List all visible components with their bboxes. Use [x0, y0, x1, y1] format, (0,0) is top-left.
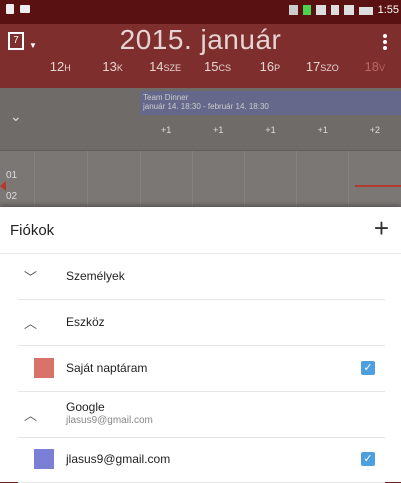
- mute-icon: [288, 5, 298, 15]
- collapse-chevron-icon[interactable]: ⌄: [10, 108, 22, 125]
- day-header[interactable]: 15CS: [191, 59, 243, 74]
- sim-icon: [302, 5, 311, 15]
- notification-icon: [6, 4, 14, 14]
- account-email: jlasus9@gmail.com: [66, 415, 153, 426]
- calendar-label: jlasus9@gmail.com: [66, 452, 171, 466]
- day-abbr: CS: [218, 63, 231, 73]
- calendar-item-google[interactable]: jlasus9@gmail.com ✓: [18, 437, 385, 483]
- day-header[interactable]: 16P: [244, 59, 296, 74]
- event-team-dinner[interactable]: Team Dinner január 14. 18:30 - február 1…: [140, 91, 401, 115]
- day-abbr: SZE: [163, 63, 182, 73]
- event-title: Team Dinner: [143, 93, 189, 102]
- day-number: 14: [149, 59, 164, 74]
- day-headers: 12H 13K 14SZE 15CS 16P 17SZO 18V: [34, 59, 401, 74]
- overflow-menu-icon[interactable]: [383, 32, 389, 52]
- screenshot-icon: [20, 5, 30, 13]
- battery-icon: [358, 6, 373, 15]
- hour-label: 02: [6, 191, 18, 202]
- account-group-device[interactable]: ︿ Eszköz: [18, 299, 385, 346]
- calendar-color-swatch: [34, 449, 54, 469]
- status-time: 1:55: [377, 4, 399, 16]
- day-number: 18: [364, 59, 379, 74]
- account-group-label: Személyek: [66, 269, 125, 283]
- day-header[interactable]: 17SZO: [296, 59, 348, 74]
- day-number: 16: [259, 59, 275, 74]
- page-title[interactable]: 2015. január: [0, 24, 401, 56]
- day-header[interactable]: 13K: [86, 59, 138, 74]
- chevron-up-icon: ︿: [24, 408, 38, 423]
- day-abbr: SZO: [320, 63, 339, 73]
- current-time-marker: [0, 181, 6, 191]
- account-group-people[interactable]: ﹀ Személyek: [18, 253, 385, 300]
- day-number: 12: [49, 59, 65, 74]
- day-header[interactable]: 12H: [34, 59, 86, 74]
- status-right-icons: 1:55: [288, 4, 399, 16]
- day-abbr: H: [64, 63, 71, 73]
- day-abbr: K: [116, 63, 123, 73]
- event-time: január 14. 18:30 - február 14. 18:30: [143, 102, 269, 111]
- calendar-color-swatch: [34, 358, 54, 378]
- all-day-area: ⌄ Team Dinner január 14. 18:30 - február…: [0, 88, 401, 151]
- current-time-line: [355, 185, 401, 187]
- calendar-header: 7 ▼ 2015. január 12H 13K 14SZE 15CS 16P …: [0, 24, 401, 88]
- checkbox-checked-icon[interactable]: ✓: [361, 452, 375, 466]
- status-bar: 1:55: [0, 0, 401, 24]
- sheet-title: Fiókok: [10, 222, 55, 239]
- checkbox-checked-icon[interactable]: ✓: [361, 361, 375, 375]
- chevron-up-icon: ︿: [24, 316, 38, 331]
- more-events-badge[interactable]: +2: [349, 125, 401, 135]
- hour-label: 01: [6, 170, 18, 181]
- more-events-badge[interactable]: +1: [192, 125, 244, 135]
- signal-icon: [315, 5, 326, 15]
- day-abbr: V: [378, 63, 385, 73]
- more-events-row: +1 +1 +1 +1 +2: [140, 125, 401, 135]
- account-group-label: Eszköz: [66, 315, 105, 329]
- accounts-sheet: Fiókok + ﹀ Személyek ︿ Eszköz Saját napt…: [0, 207, 401, 483]
- more-events-badge[interactable]: +1: [244, 125, 296, 135]
- signal2-icon: [343, 5, 354, 15]
- day-abbr: P: [274, 63, 281, 73]
- calendar-item-my-calendar[interactable]: Saját naptáram ✓: [18, 345, 385, 392]
- add-account-button[interactable]: +: [374, 214, 389, 242]
- day-header[interactable]: 14SZE: [139, 59, 191, 74]
- calendar-label: Saját naptáram: [66, 361, 148, 375]
- status-left-icons: [6, 4, 30, 14]
- day-number: 15: [203, 59, 219, 74]
- account-group-label: Google: [66, 400, 105, 414]
- sim2-icon: [330, 5, 339, 15]
- day-number: 13: [102, 59, 117, 74]
- chevron-down-icon: ﹀: [24, 270, 38, 285]
- sheet-header: Fiókok +: [0, 207, 401, 254]
- more-events-badge[interactable]: +1: [297, 125, 349, 135]
- account-group-google[interactable]: ︿ Google jlasus9@gmail.com: [18, 391, 385, 438]
- day-header[interactable]: 18V: [349, 59, 401, 74]
- more-events-badge[interactable]: +1: [140, 125, 192, 135]
- day-number: 17: [305, 59, 321, 74]
